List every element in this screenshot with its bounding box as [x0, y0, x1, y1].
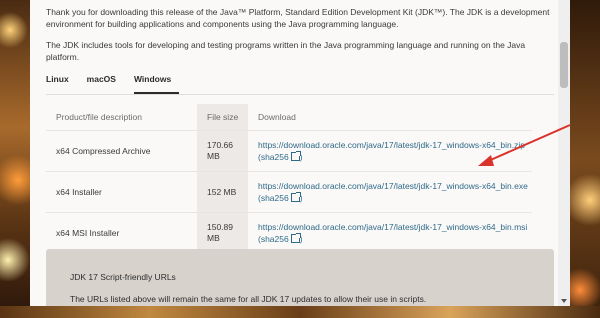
page-content: Thank you for downloading this release o…	[46, 6, 554, 306]
sha256-link[interactable]: (sha256)	[258, 151, 303, 162]
header-file-size: File size	[197, 104, 248, 131]
table-header-row: Product/file description File size Downl…	[46, 104, 532, 131]
intro-paragraph-1: Thank you for downloading this release o…	[46, 7, 550, 29]
row-download: https://download.oracle.com/java/17/late…	[248, 212, 532, 253]
script-box-title: JDK 17 Script-friendly URLs	[70, 272, 176, 282]
scroll-thumb[interactable]	[560, 42, 568, 88]
table-row: x64 Installer 152 MB https://download.or…	[46, 171, 532, 213]
row-file-size: 150.89 MB	[197, 212, 248, 253]
os-tabs: Linux macOS Windows	[46, 72, 554, 95]
row-description: x64 Compressed Archive	[46, 130, 197, 172]
download-link-exe[interactable]: https://download.oracle.com/java/17/late…	[258, 181, 528, 191]
sha256-label: (sha256	[258, 152, 289, 162]
sha256-label: (sha256	[258, 234, 289, 244]
intro: Thank you for downloading this release o…	[46, 6, 554, 63]
background-bottom	[0, 306, 600, 318]
sha256-link[interactable]: (sha256)	[258, 192, 303, 203]
sha256-link[interactable]: (sha256)	[258, 233, 303, 244]
tab-macos[interactable]: macOS	[87, 72, 124, 94]
tab-linux[interactable]: Linux	[46, 72, 77, 94]
download-link-msi[interactable]: https://download.oracle.com/java/17/late…	[258, 222, 527, 232]
external-link-icon	[290, 233, 301, 243]
sha256-label: (sha256	[258, 193, 289, 203]
script-box-text: The URLs listed above will remain the sa…	[70, 294, 427, 304]
header-description: Product/file description	[56, 112, 142, 122]
scroll-down-arrow-icon[interactable]	[561, 299, 567, 303]
row-file-size: 170.66 MB	[197, 130, 248, 172]
download-link-zip[interactable]: https://download.oracle.com/java/17/late…	[258, 140, 525, 150]
background-right	[570, 0, 600, 318]
background-left	[0, 0, 30, 318]
intro-paragraph-2: The JDK includes tools for developing an…	[46, 40, 526, 62]
table-row: x64 MSI Installer 150.89 MB https://down…	[46, 212, 532, 253]
browser-page: Thank you for downloading this release o…	[30, 0, 570, 306]
row-file-size: 152 MB	[197, 171, 248, 213]
header-download: Download	[258, 112, 296, 122]
script-friendly-urls-box: JDK 17 Script-friendly URLs The URLs lis…	[46, 249, 554, 306]
table-row: x64 Compressed Archive 170.66 MB https:/…	[46, 130, 532, 172]
external-link-icon	[290, 151, 301, 161]
row-description: x64 MSI Installer	[46, 212, 197, 253]
vertical-scrollbar[interactable]	[558, 0, 570, 306]
row-download: https://download.oracle.com/java/17/late…	[248, 171, 532, 213]
row-download: https://download.oracle.com/java/17/late…	[248, 130, 532, 172]
row-description: x64 Installer	[46, 171, 197, 213]
tab-windows[interactable]: Windows	[133, 72, 180, 94]
downloads-table: Product/file description File size Downl…	[46, 104, 532, 253]
external-link-icon	[290, 192, 301, 202]
